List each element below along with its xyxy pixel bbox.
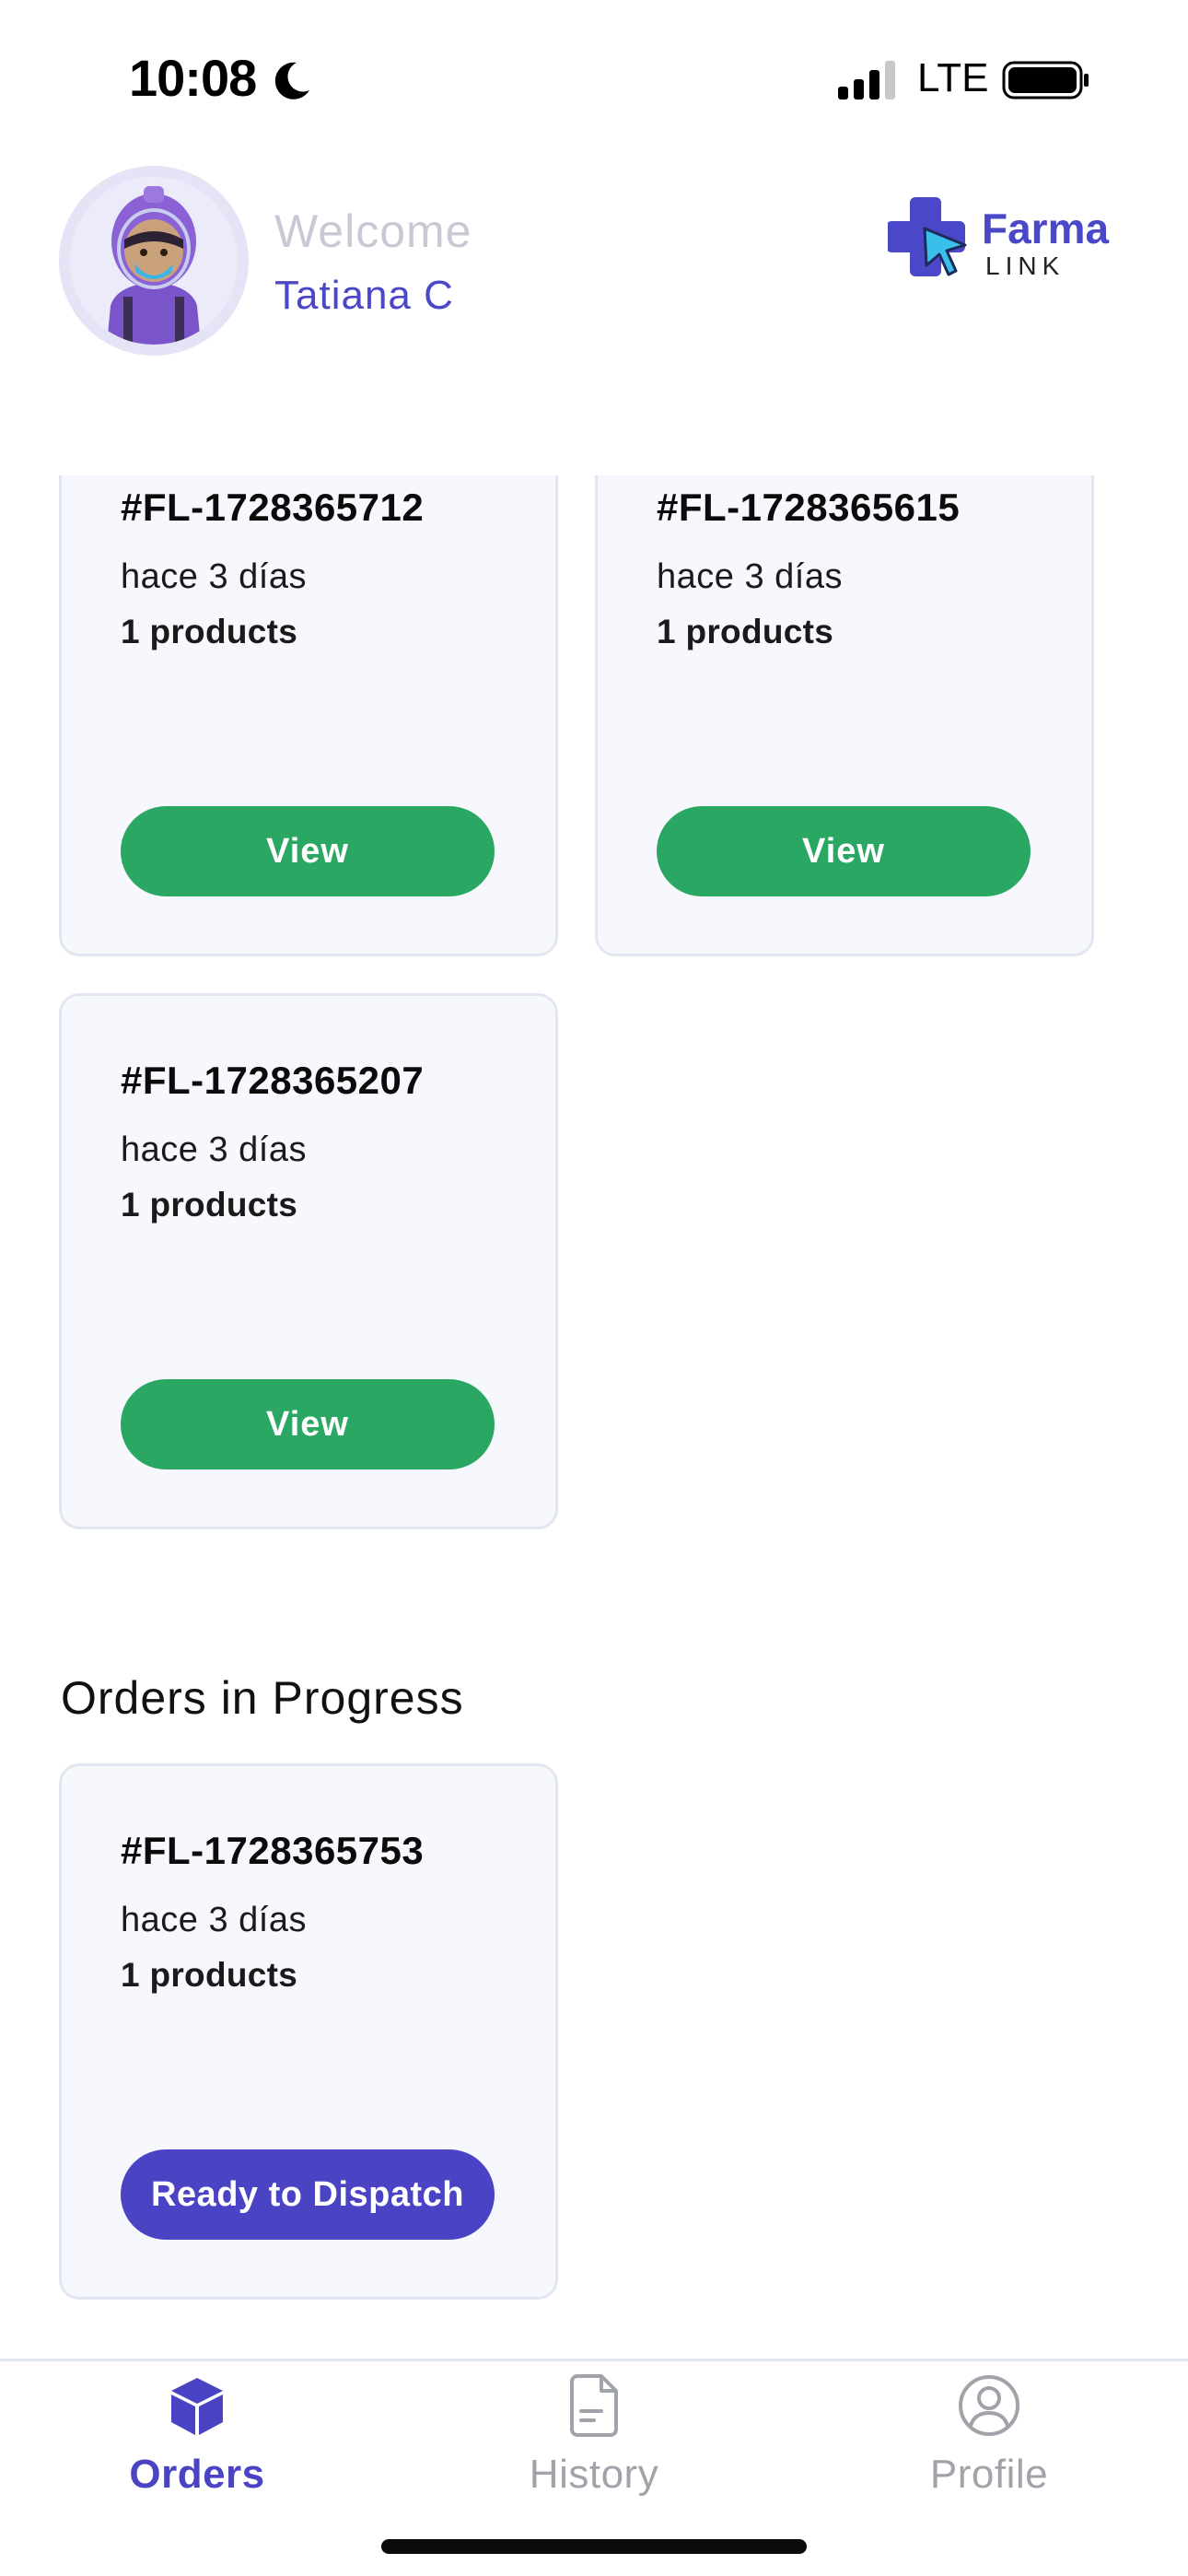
order-time: hace 3 días [121, 557, 307, 596]
tab-history[interactable]: History [456, 2361, 732, 2527]
network-label: LTE [917, 55, 989, 100]
order-id: #FL-1728365712 [121, 486, 425, 529]
tab-orders[interactable]: Orders [59, 2361, 335, 2527]
tab-label: Profile [929, 2452, 1049, 2497]
view-order-button[interactable]: View [657, 806, 1031, 896]
order-card: #FL-1728365615 hace 3 días 1 products Vi… [595, 475, 1094, 956]
order-id: #FL-1728365615 [657, 486, 961, 529]
order-id: #FL-1728365753 [121, 1829, 425, 1872]
logo-text-primary: Farma [982, 205, 1109, 252]
avatar-ring[interactable] [59, 166, 249, 356]
view-order-button[interactable]: View [121, 1379, 495, 1469]
order-products-count: 1 products [121, 613, 298, 650]
section-title-in-progress: Orders in Progress [61, 1672, 464, 1724]
order-card: #FL-1728365207 hace 3 días 1 products Vi… [59, 993, 558, 1529]
order-id: #FL-1728365207 [121, 1059, 425, 1102]
signal-icon [838, 61, 895, 100]
home-indicator[interactable] [381, 2539, 807, 2554]
order-card: #FL-1728365712 hace 3 días 1 products Vi… [59, 475, 558, 956]
order-products-count: 1 products [121, 1956, 298, 1994]
battery-icon [1002, 61, 1089, 100]
order-products-count: 1 products [121, 1186, 298, 1224]
order-card-in-progress: #FL-1728365753 hace 3 días 1 products Re… [59, 1763, 558, 2300]
orders-scroll-area[interactable]: #FL-1728365712 hace 3 días 1 products Vi… [0, 475, 1188, 2359]
order-time: hace 3 días [121, 1901, 307, 1939]
cube-icon [171, 2378, 223, 2435]
user-name: Tatiana C [274, 273, 454, 318]
status-time: 10:08 [129, 49, 257, 107]
order-products-count: 1 products [657, 613, 834, 650]
welcome-label: Welcome [274, 205, 472, 257]
moon-icon [274, 62, 309, 100]
avatar [70, 177, 238, 345]
ready-to-dispatch-button[interactable]: Ready to Dispatch [121, 2149, 495, 2240]
status-bar: 10:08 LTE [0, 0, 1188, 157]
tab-label: Orders [129, 2452, 265, 2497]
tab-label: History [529, 2452, 659, 2497]
tab-profile[interactable]: Profile [851, 2361, 1127, 2527]
order-time: hace 3 días [657, 557, 843, 596]
logo-text-secondary: LINK [985, 252, 1065, 280]
document-icon [570, 2374, 618, 2437]
user-circle-icon [959, 2375, 1019, 2436]
order-time: hace 3 días [121, 1130, 307, 1169]
farmalink-logo: Farma LINK [888, 197, 1109, 280]
view-order-button[interactable]: View [121, 806, 495, 896]
